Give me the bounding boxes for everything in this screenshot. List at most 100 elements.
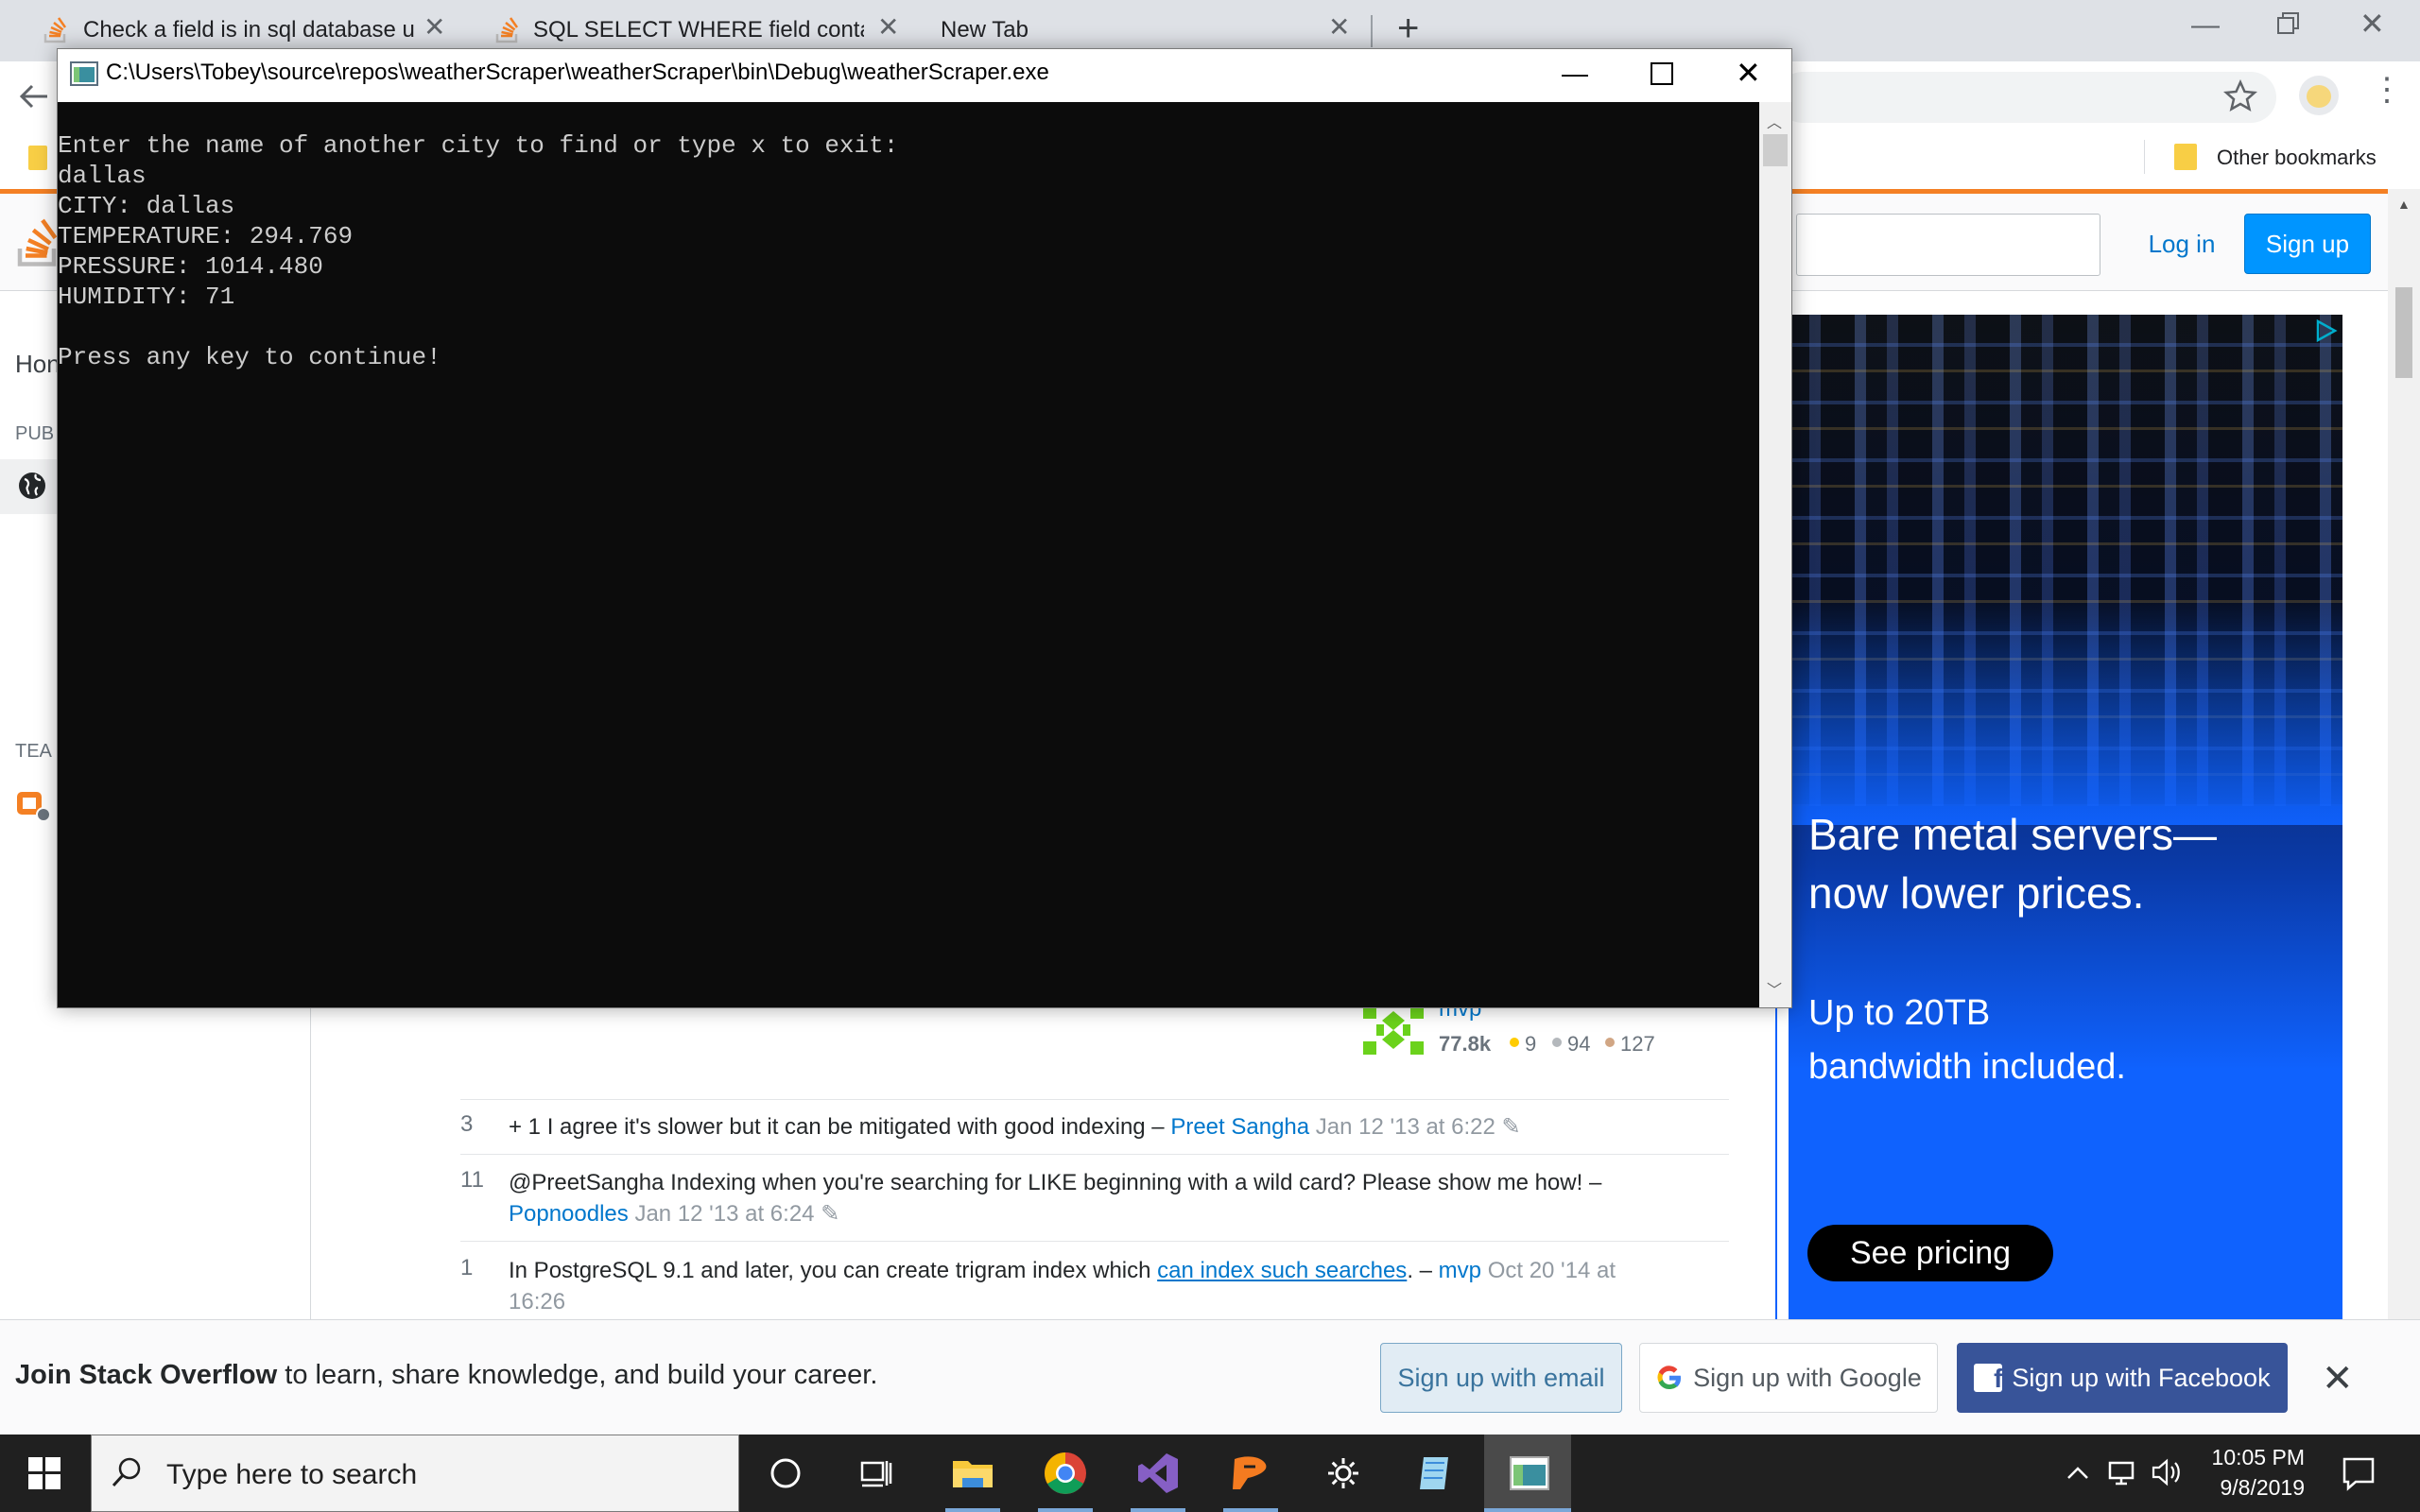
globe-icon xyxy=(17,471,47,501)
page-scrollbar[interactable]: ▲ ▼ xyxy=(2388,189,2420,1435)
pencil-app-icon[interactable] xyxy=(1223,1446,1278,1501)
comment-date-cont[interactable]: 16:26 xyxy=(509,1289,565,1314)
windows-start-icon[interactable] xyxy=(28,1457,60,1489)
comment-date[interactable]: Jan 12 '13 at 6:22 xyxy=(1316,1114,1495,1140)
window-close-icon[interactable]: ✕ xyxy=(2360,6,2385,42)
console-app-icon xyxy=(70,61,98,86)
nav-home[interactable]: Hon xyxy=(15,350,60,379)
user-reputation: 77.8k xyxy=(1439,1032,1492,1056)
signup-facebook-label: Sign up with Facebook xyxy=(2012,1363,2271,1392)
window-restore-icon[interactable] xyxy=(2276,11,2301,36)
comment-text: @PreetSangha Indexing when you're search… xyxy=(509,1170,1602,1195)
notepad-app-icon[interactable] xyxy=(1409,1446,1463,1501)
other-bookmarks-folder-icon xyxy=(2174,144,2197,170)
so-search-input[interactable] xyxy=(1796,214,2100,276)
signup-facebook-button[interactable]: f Sign up with Facebook xyxy=(1957,1343,2288,1413)
address-bar[interactable] xyxy=(1777,72,2276,123)
stackoverflow-favicon-icon xyxy=(42,15,70,43)
taskbar-search-placeholder: Type here to search xyxy=(166,1459,418,1490)
back-arrow-icon[interactable] xyxy=(17,79,51,113)
comment-text-after: . – xyxy=(1407,1258,1432,1283)
signup-google-button[interactable]: Sign up with Google xyxy=(1639,1343,1938,1413)
console-scroll-down-icon[interactable]: ﹀ xyxy=(1767,977,1782,1000)
signup-email-button[interactable]: Sign up with email xyxy=(1380,1343,1622,1413)
tab-close-icon[interactable]: ✕ xyxy=(1328,11,1350,43)
silver-badge-count: 94 xyxy=(1567,1032,1591,1056)
running-indicator xyxy=(1484,1508,1571,1512)
tab-close-icon[interactable]: ✕ xyxy=(424,11,445,43)
nav-teams-heading: TEA xyxy=(15,741,52,762)
console-scroll-up-icon[interactable]: ︿ xyxy=(1767,110,1782,132)
teams-briefcase-icon[interactable] xyxy=(15,786,53,824)
page-scrollbar-thumb[interactable] xyxy=(2395,287,2412,378)
tab-close-icon[interactable]: ✕ xyxy=(877,11,899,43)
adchoices-icon[interactable] xyxy=(2314,318,2339,343)
console-minimize-icon[interactable]: — xyxy=(1562,59,1588,89)
console-output-text: Enter the name of another city to find o… xyxy=(58,131,899,371)
new-tab-plus-icon[interactable]: + xyxy=(1397,8,1419,50)
comment-1: + 1 I agree it's slower but it can be mi… xyxy=(509,1111,1728,1143)
ad-see-pricing-button[interactable]: See pricing xyxy=(1807,1225,2053,1281)
taskbar-clock[interactable]: 10:05 PM 9/8/2019 xyxy=(2193,1442,2305,1503)
signup-google-label: Sign up with Google xyxy=(1693,1363,1922,1392)
comment-user-link[interactable]: Popnoodles xyxy=(509,1201,629,1227)
ad-gradient-overlay xyxy=(1789,598,2342,825)
browser-menu-icon[interactable]: ⋮ xyxy=(2371,74,2403,106)
bookmark-folder-icon[interactable] xyxy=(28,146,47,170)
profile-avatar[interactable] xyxy=(2299,76,2339,115)
comment-divider xyxy=(460,1099,1729,1100)
console-scroll-thumb[interactable] xyxy=(1763,134,1788,166)
comment-inline-link[interactable]: can index such searches xyxy=(1157,1258,1407,1283)
comment-date[interactable]: Jan 12 '13 at 6:24 xyxy=(634,1201,814,1227)
comment-user-link[interactable]: mvp xyxy=(1439,1258,1481,1283)
console-scrollbar[interactable]: ︿ ﹀ xyxy=(1759,102,1791,1007)
action-center-icon[interactable] xyxy=(2341,1455,2377,1491)
other-bookmarks[interactable]: Other bookmarks xyxy=(2217,146,2377,170)
task-view-icon[interactable] xyxy=(849,1446,904,1501)
cortana-icon[interactable] xyxy=(758,1446,813,1501)
running-indicator xyxy=(1038,1508,1093,1512)
comment-user-link[interactable]: Preet Sangha xyxy=(1170,1114,1309,1140)
bookmarks-divider xyxy=(2144,140,2145,174)
ad-headline-1: Bare metal servers— xyxy=(1808,810,2218,859)
running-indicator xyxy=(1223,1508,1278,1512)
file-explorer-icon[interactable] xyxy=(945,1446,1000,1501)
comment-text: + 1 I agree it's slower but it can be mi… xyxy=(509,1114,1165,1140)
avatar-face-icon xyxy=(2307,85,2331,108)
settings-gear-icon[interactable] xyxy=(1316,1446,1371,1501)
comment-score: 1 xyxy=(460,1255,474,1280)
login-link[interactable]: Log in xyxy=(2125,214,2238,274)
ad-headline-2: now lower prices. xyxy=(1808,868,2145,918)
network-icon[interactable] xyxy=(2106,1455,2140,1489)
tab-separator xyxy=(1371,15,1373,47)
stackoverflow-logo-icon[interactable] xyxy=(15,212,59,268)
window-minimize-icon[interactable]: — xyxy=(2191,9,2220,42)
signup-button[interactable]: Sign up xyxy=(2244,214,2371,274)
comment-score: 3 xyxy=(460,1111,474,1137)
comment-date[interactable]: Oct 20 '14 at xyxy=(1488,1258,1616,1283)
edited-pencil-icon: ✎ xyxy=(821,1201,840,1227)
running-indicator xyxy=(1131,1508,1185,1512)
chrome-icon[interactable] xyxy=(1038,1446,1093,1501)
nav-public-heading: PUB xyxy=(15,423,55,444)
banner-bold: Join Stack Overflow xyxy=(15,1360,278,1390)
edited-pencil-icon: ✎ xyxy=(1501,1114,1521,1140)
user-avatar-identicon[interactable] xyxy=(1363,1004,1424,1057)
banner-close-icon[interactable]: ✕ xyxy=(2322,1357,2354,1400)
scroll-up-arrow-icon[interactable]: ▲ xyxy=(2397,197,2411,212)
console-close-icon[interactable]: ✕ xyxy=(1736,55,1761,91)
visual-studio-icon[interactable] xyxy=(1131,1446,1185,1501)
banner-message: Join Stack Overflow to learn, share know… xyxy=(15,1360,877,1391)
console-taskbar-icon[interactable] xyxy=(1501,1446,1556,1501)
bookmark-star-icon[interactable] xyxy=(2223,79,2257,113)
gold-badge-dot xyxy=(1510,1038,1519,1047)
clock-time: 10:05 PM xyxy=(2211,1445,2305,1469)
tab-title: New Tab xyxy=(941,17,1028,43)
console-maximize-icon[interactable] xyxy=(1651,62,1673,85)
tray-chevron-up-icon[interactable] xyxy=(2065,1459,2091,1486)
ad-sub-2: bandwidth included. xyxy=(1808,1047,2126,1087)
silver-badge-dot xyxy=(1552,1038,1562,1047)
volume-icon[interactable] xyxy=(2150,1455,2184,1489)
search-icon xyxy=(110,1455,144,1489)
console-title: C:\Users\Tobey\source\repos\weatherScrap… xyxy=(106,60,1049,85)
